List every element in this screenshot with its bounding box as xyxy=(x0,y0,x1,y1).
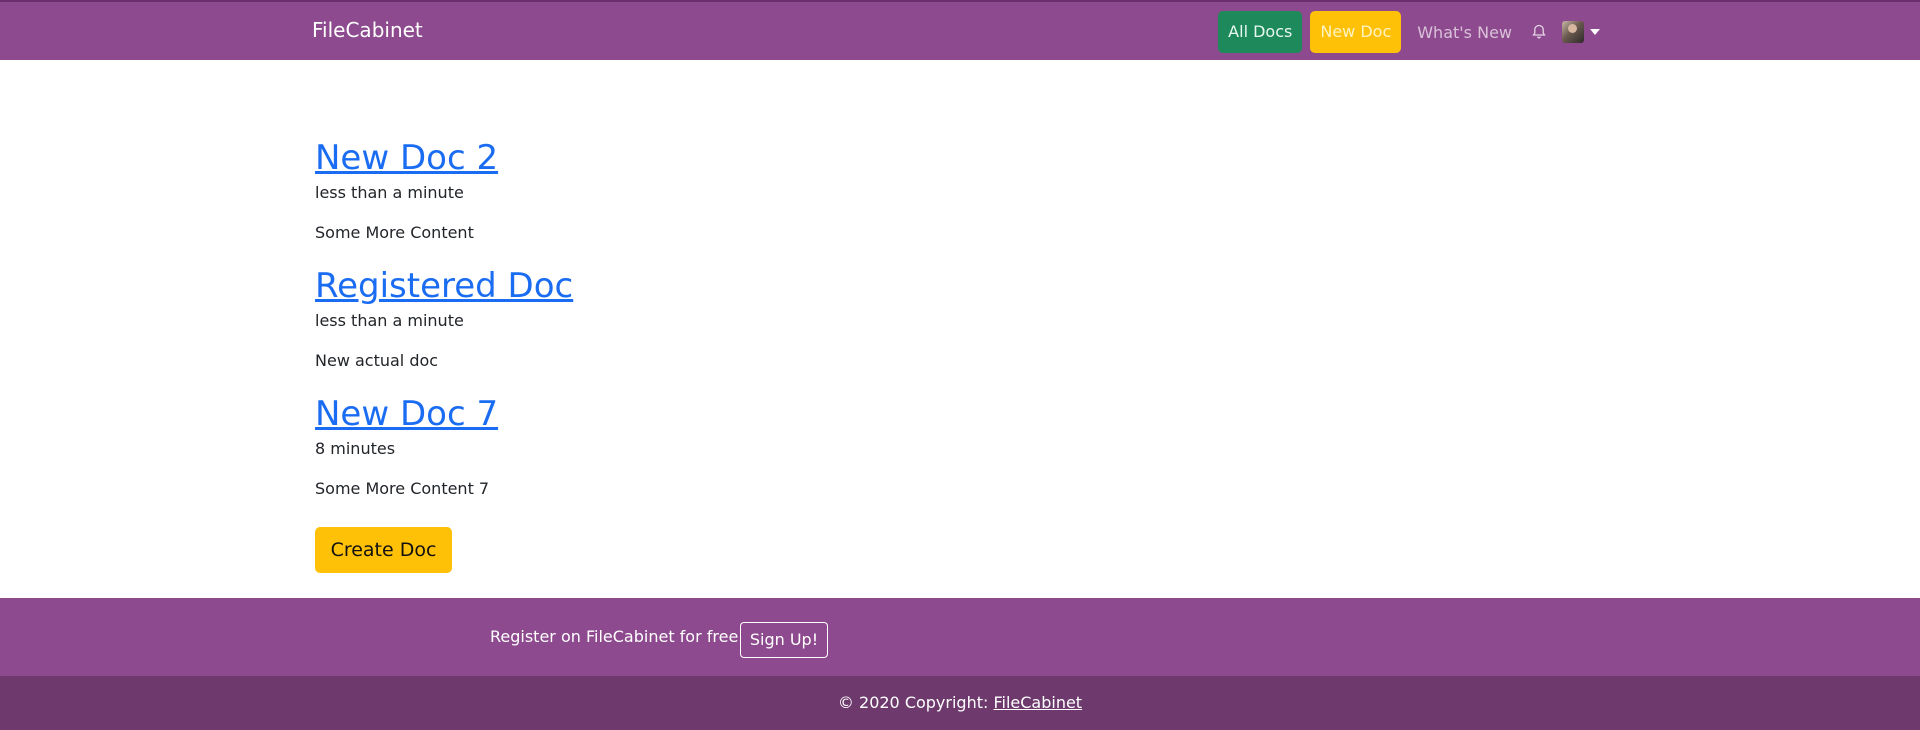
doc-title-link[interactable]: New Doc 2 xyxy=(315,138,498,178)
doc-item: Registered Doc less than a minute New ac… xyxy=(315,258,1515,374)
whats-new-link[interactable]: What's New xyxy=(1417,23,1512,42)
copyright: © 2020 Copyright: FileCabinet xyxy=(0,693,1920,712)
nav-actions: All Docs New Doc What's New xyxy=(1210,11,1600,53)
doc-list: New Doc 2 less than a minute Some More C… xyxy=(315,130,1515,514)
doc-title-link[interactable]: New Doc 7 xyxy=(315,394,498,434)
brand-link[interactable]: FileCabinet xyxy=(312,18,423,42)
doc-body: New actual doc xyxy=(315,351,439,370)
top-navbar: FileCabinet All Docs New Doc What's New xyxy=(0,0,1920,60)
copyright-link[interactable]: FileCabinet xyxy=(993,693,1082,712)
user-menu-toggle[interactable] xyxy=(1562,21,1600,43)
bell-icon[interactable] xyxy=(1530,23,1548,41)
footer-copyright-bar: © 2020 Copyright: FileCabinet xyxy=(0,676,1920,730)
doc-body: Some More Content xyxy=(315,223,474,242)
copyright-text: © 2020 Copyright: xyxy=(837,693,994,712)
signup-button[interactable]: Sign Up! xyxy=(740,622,828,658)
doc-item: New Doc 2 less than a minute Some More C… xyxy=(315,130,1515,246)
new-doc-button[interactable]: New Doc xyxy=(1310,11,1402,53)
doc-title-link[interactable]: Registered Doc xyxy=(315,266,573,306)
doc-time: less than a minute xyxy=(315,183,464,202)
doc-body: Some More Content 7 xyxy=(315,479,490,498)
register-text: Register on FileCabinet for free xyxy=(490,627,739,646)
footer-register-bar: Register on FileCabinet for free Sign Up… xyxy=(0,598,1920,676)
doc-time: 8 minutes xyxy=(315,439,396,458)
doc-time: less than a minute xyxy=(315,311,464,330)
create-doc-button[interactable]: Create Doc xyxy=(315,527,452,573)
chevron-down-icon xyxy=(1590,29,1600,35)
all-docs-button[interactable]: All Docs xyxy=(1218,11,1303,53)
doc-item: New Doc 7 8 minutes Some More Content 7 xyxy=(315,386,1515,502)
avatar xyxy=(1562,21,1584,43)
